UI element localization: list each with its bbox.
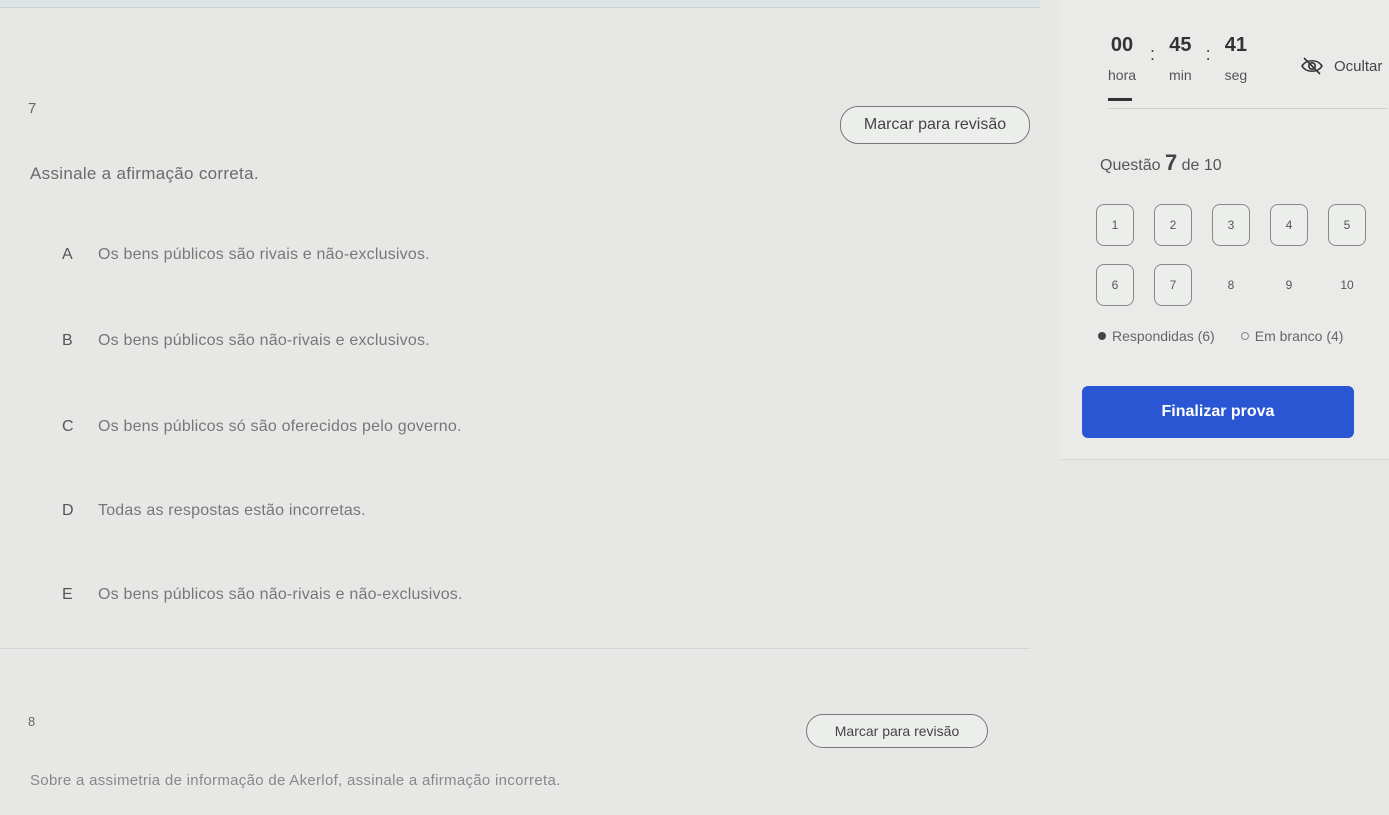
question-pane: 7 Marcar para revisão Assinale a afirmaç…	[0, 36, 1060, 815]
question-counter: Questão 7 de 10	[1100, 150, 1222, 176]
question-counter-suffix: de 10	[1181, 157, 1222, 174]
question-nav-8[interactable]: 8	[1212, 264, 1250, 306]
option-e[interactable]: E Os bens públicos são não-rivais e não-…	[62, 586, 463, 604]
option-text: Os bens públicos só são oferecidos pelo …	[98, 418, 462, 435]
finish-exam-button[interactable]: Finalizar prova	[1082, 386, 1354, 438]
hours-label: hora	[1108, 67, 1137, 83]
option-text: Os bens públicos são não-rivais e não-ex…	[98, 586, 463, 603]
empty-dot-icon	[1240, 332, 1249, 340]
sidebar-divider	[1108, 108, 1388, 109]
question-counter-prefix: Questão	[1100, 157, 1161, 174]
timer-separator: :	[1150, 44, 1156, 64]
question-nav-6[interactable]: 6	[1096, 264, 1134, 306]
option-a[interactable]: A Os bens públicos são rivais e não-excl…	[62, 246, 430, 264]
top-progress-bar	[0, 0, 1040, 8]
hide-timer-label: Ocultar	[1334, 57, 1383, 75]
mark-for-review-button-8[interactable]: Marcar para revisão	[806, 714, 988, 748]
question-nav-4[interactable]: 4	[1270, 204, 1308, 246]
question-nav-3[interactable]: 3	[1212, 204, 1250, 246]
minutes-value: 45	[1169, 34, 1192, 56]
timer-underline	[1108, 98, 1132, 101]
timer-seconds: 41 seg	[1225, 34, 1248, 83]
question-divider	[0, 648, 1030, 649]
question-nav-10[interactable]: 10	[1328, 264, 1366, 306]
question-nav-7[interactable]: 7	[1154, 264, 1192, 306]
seconds-label: seg	[1224, 67, 1248, 83]
legend-answered: Respondidas (6)	[1098, 328, 1215, 344]
exam-sidebar: 00 hora : 45 min : 41 seg Ocultar Questã…	[1060, 0, 1389, 460]
answer-legend: Respondidas (6) Em branco (4)	[1098, 328, 1343, 344]
timer-separator: :	[1205, 44, 1211, 64]
question-prompt: Assinale a afirmação correta.	[30, 164, 259, 183]
legend-blank: Em branco (4)	[1240, 328, 1344, 344]
question-nav-2[interactable]: 2	[1154, 204, 1192, 246]
option-text: Todas as respostas estão incorretas.	[98, 502, 366, 519]
timer: 00 hora : 45 min : 41 seg	[1108, 34, 1247, 83]
hours-value: 00	[1110, 34, 1134, 56]
option-letter: C	[62, 418, 74, 435]
blank-count: Em branco (4)	[1254, 328, 1344, 344]
option-text: Os bens públicos são rivais e não-exclus…	[98, 246, 430, 263]
option-letter: E	[62, 586, 73, 603]
next-question-prompt: Sobre a assimetria de informação de Aker…	[30, 772, 561, 789]
question-nav-5[interactable]: 5	[1328, 204, 1366, 246]
minutes-label: min	[1169, 67, 1192, 83]
option-letter: D	[62, 502, 74, 519]
filled-dot-icon	[1098, 332, 1106, 340]
timer-minutes: 45 min	[1169, 34, 1192, 83]
eye-off-icon	[1301, 57, 1323, 75]
hide-timer-button[interactable]: Ocultar	[1300, 56, 1382, 76]
timer-hours: 00 hora	[1108, 34, 1136, 83]
option-c[interactable]: C Os bens públicos só são oferecidos pel…	[62, 418, 462, 436]
option-text: Os bens públicos são não-rivais e exclus…	[98, 332, 430, 349]
next-question-number: 8	[28, 714, 36, 729]
option-letter: B	[62, 332, 73, 349]
question-number: 7	[28, 100, 37, 117]
mark-for-review-button[interactable]: Marcar para revisão	[840, 106, 1030, 144]
option-b[interactable]: B Os bens públicos são não-rivais e excl…	[62, 332, 430, 350]
question-counter-current: 7	[1164, 150, 1178, 175]
seconds-value: 41	[1224, 34, 1248, 56]
option-letter: A	[62, 246, 73, 263]
question-nav-9[interactable]: 9	[1270, 264, 1308, 306]
question-nav-1[interactable]: 1	[1096, 204, 1134, 246]
answered-count: Respondidas (6)	[1112, 328, 1215, 344]
option-d[interactable]: D Todas as respostas estão incorretas.	[62, 502, 366, 520]
